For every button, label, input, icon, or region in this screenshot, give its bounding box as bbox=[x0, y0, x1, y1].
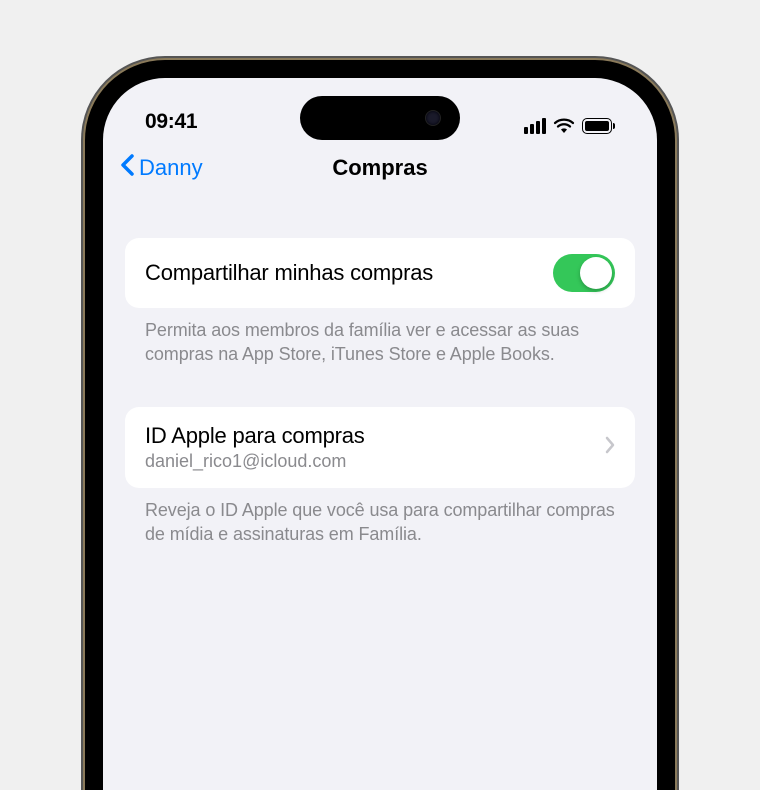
phone-frame: 09:41 bbox=[85, 60, 675, 790]
camera-icon bbox=[426, 111, 440, 125]
back-label: Danny bbox=[139, 155, 203, 181]
section-apple-id: ID Apple para compras daniel_rico1@iclou… bbox=[125, 407, 635, 547]
share-purchases-cell[interactable]: Compartilhar minhas compras bbox=[125, 238, 635, 308]
apple-id-label: ID Apple para compras bbox=[145, 423, 365, 449]
status-time: 09:41 bbox=[145, 110, 197, 134]
dynamic-island bbox=[300, 96, 460, 140]
battery-icon bbox=[582, 118, 615, 134]
share-purchases-label: Compartilhar minhas compras bbox=[145, 260, 433, 286]
back-button[interactable]: Danny bbox=[119, 153, 203, 183]
page-title: Compras bbox=[332, 155, 427, 181]
apple-id-cell[interactable]: ID Apple para compras daniel_rico1@iclou… bbox=[125, 407, 635, 488]
chevron-left-icon bbox=[119, 153, 135, 183]
cellular-icon bbox=[524, 118, 546, 134]
chevron-right-icon bbox=[605, 436, 615, 459]
apple-id-value: daniel_rico1@icloud.com bbox=[145, 451, 365, 472]
screen: 09:41 bbox=[103, 78, 657, 790]
navigation-bar: Danny Compras bbox=[103, 138, 657, 198]
toggle-knob bbox=[580, 257, 612, 289]
wifi-icon bbox=[553, 118, 575, 134]
section-share-purchases: Compartilhar minhas compras Permita aos … bbox=[125, 238, 635, 367]
content: Compartilhar minhas compras Permita aos … bbox=[103, 198, 657, 546]
share-purchases-footer: Permita aos membros da família ver e ace… bbox=[125, 308, 635, 367]
share-purchases-toggle[interactable] bbox=[553, 254, 615, 292]
status-icons bbox=[524, 118, 615, 134]
apple-id-footer: Reveja o ID Apple que você usa para comp… bbox=[125, 488, 635, 547]
